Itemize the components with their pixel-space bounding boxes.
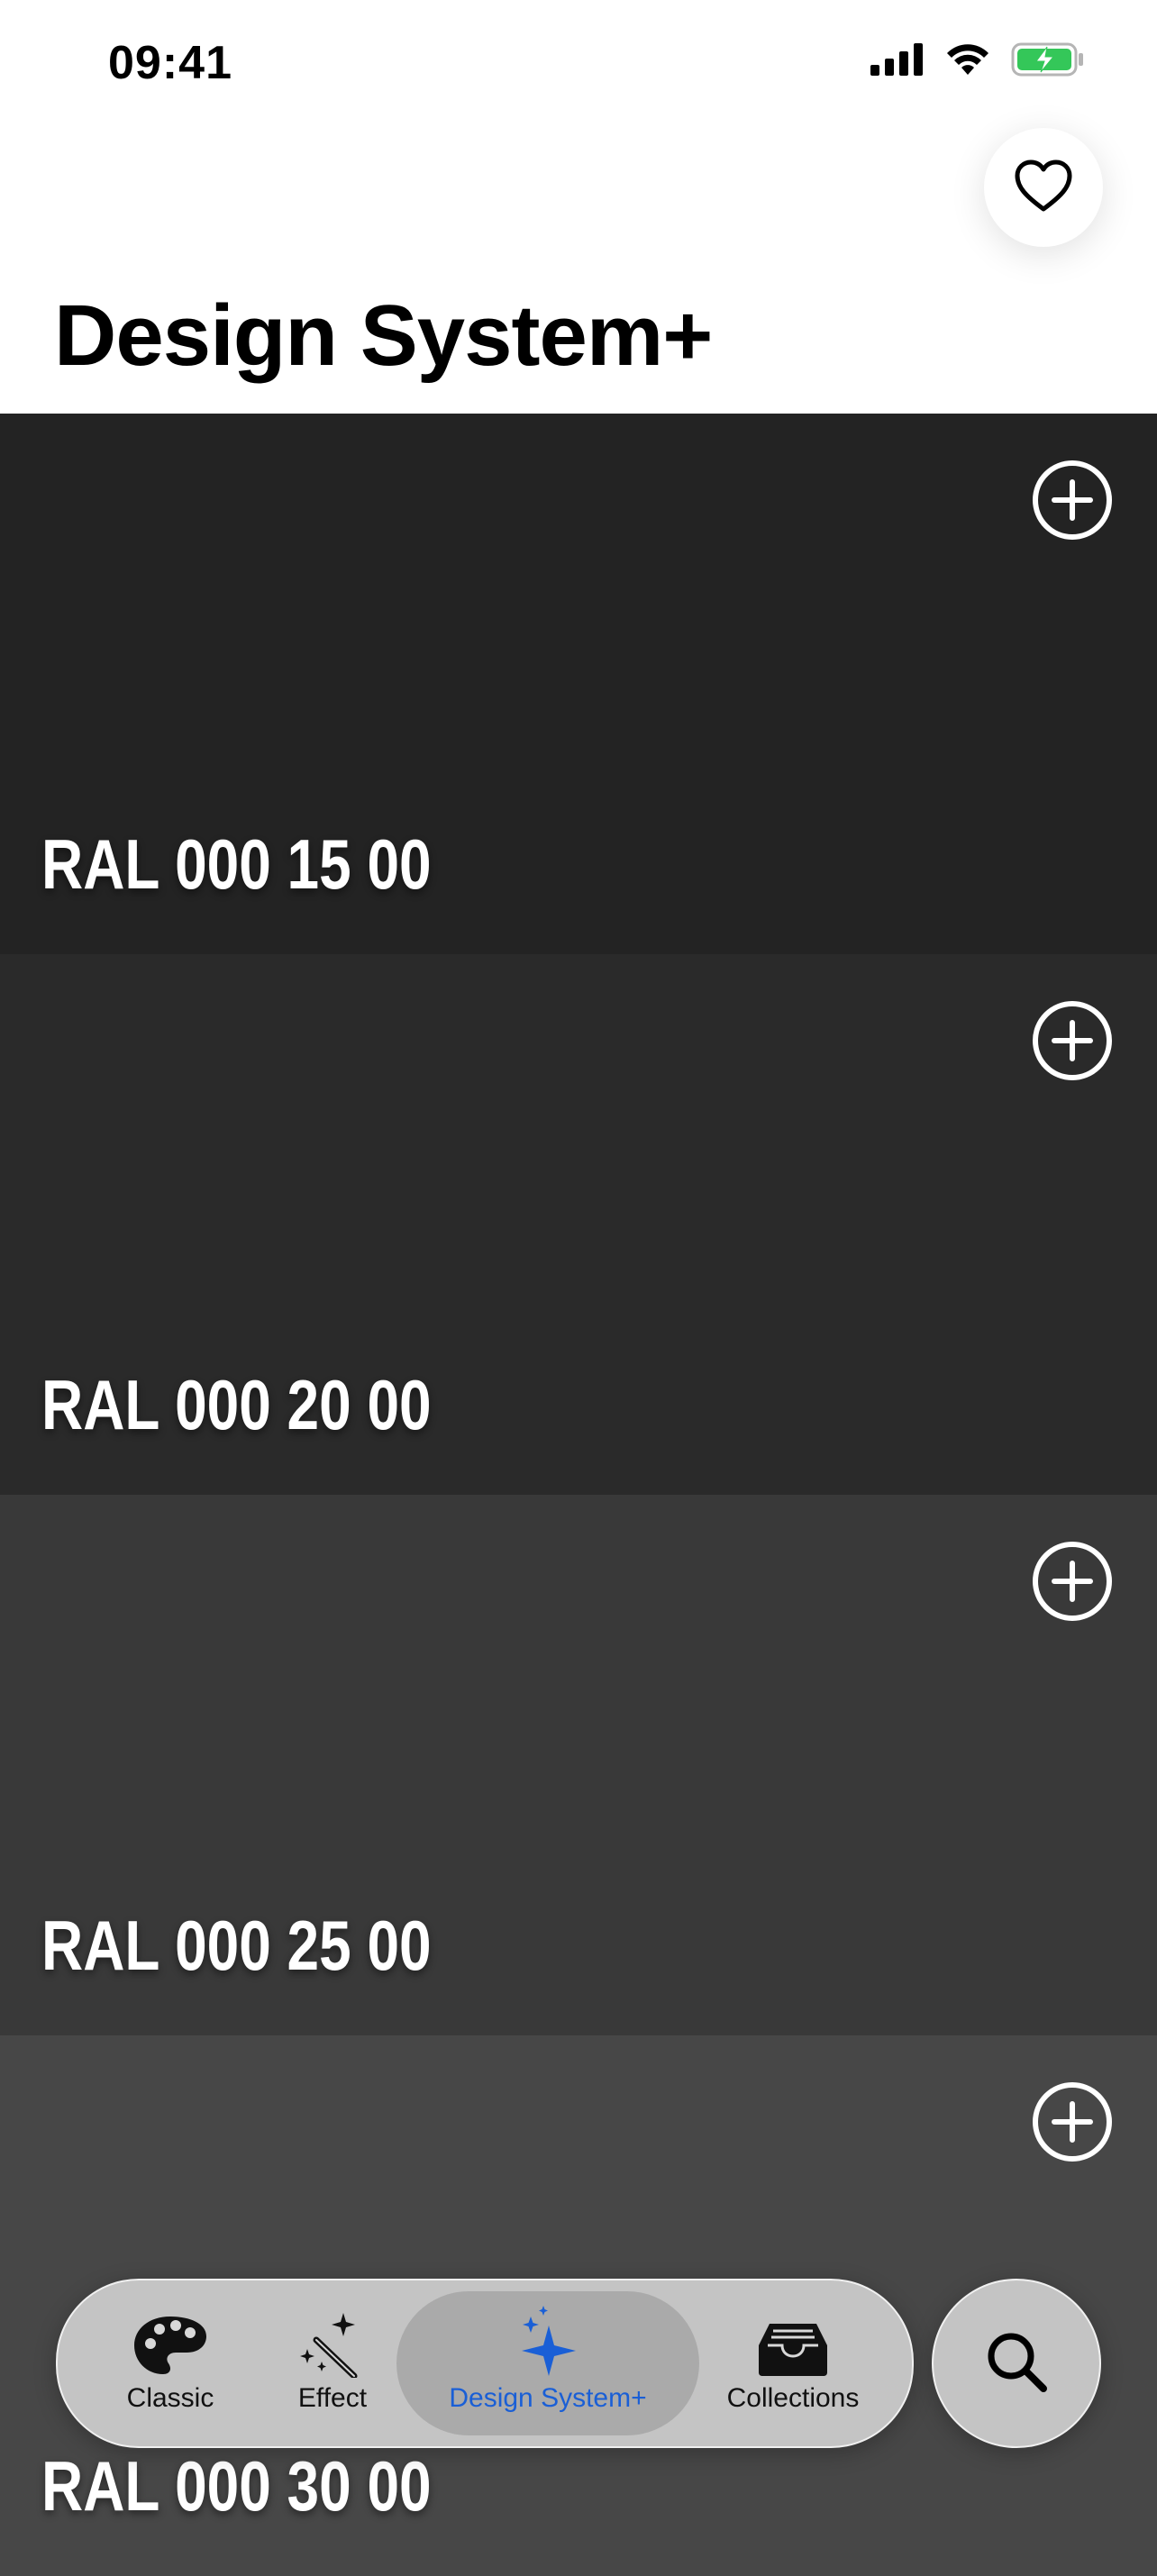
sparkles-icon [515,2291,581,2378]
signal-icon [870,43,925,80]
plus-circle-icon [1033,1001,1112,1080]
add-to-collection-button[interactable] [1031,1540,1114,1623]
swatch-name: RAL 000 20 00 [41,1365,432,1444]
color-swatch[interactable]: RAL 000 20 00 [0,954,1157,1495]
heart-icon [1014,159,1073,217]
swatch-name: RAL 000 25 00 [41,1906,432,1985]
plus-circle-icon [1033,1542,1112,1621]
tab-collections[interactable]: Collections [703,2291,883,2435]
tab-effect[interactable]: Effect [265,2291,400,2435]
status-time: 09:41 [108,37,232,89]
magic-wand-icon [298,2291,367,2378]
palette-icon [131,2291,210,2378]
magnifying-glass-icon [984,2329,1049,2399]
swatch-name: RAL 000 15 00 [41,824,432,904]
tab-label: Classic [126,2383,214,2413]
swatch-name: RAL 000 30 00 [41,2446,432,2526]
tab-label: Design System+ [449,2383,647,2413]
wifi-icon [944,42,991,81]
tab-design-system-plus[interactable]: Design System+ [396,2291,699,2435]
page-title: Design System+ [54,287,713,384]
status-bar: 09:41 [0,0,1157,135]
tab-bar: Classic Effect Design System+ Collection… [56,2279,914,2448]
add-to-collection-button[interactable] [1031,2080,1114,2163]
tab-label: Collections [726,2383,860,2413]
color-swatch[interactable]: RAL 000 15 00 [0,414,1157,954]
add-to-collection-button[interactable] [1031,459,1114,542]
swatch-list: RAL 000 15 00 RAL 000 20 00 RAL 000 25 0… [0,414,1157,2576]
tab-classic[interactable]: Classic [85,2291,256,2435]
add-to-collection-button[interactable] [1031,999,1114,1082]
plus-circle-icon [1033,460,1112,540]
tab-label: Effect [297,2383,368,2413]
battery-charging-icon [1011,41,1085,82]
favorite-button[interactable] [984,128,1103,247]
plus-circle-icon [1033,2082,1112,2162]
color-swatch[interactable]: RAL 000 25 00 [0,1495,1157,2035]
tray-icon [755,2291,831,2378]
search-button[interactable] [932,2279,1101,2448]
status-icons [870,41,1085,82]
